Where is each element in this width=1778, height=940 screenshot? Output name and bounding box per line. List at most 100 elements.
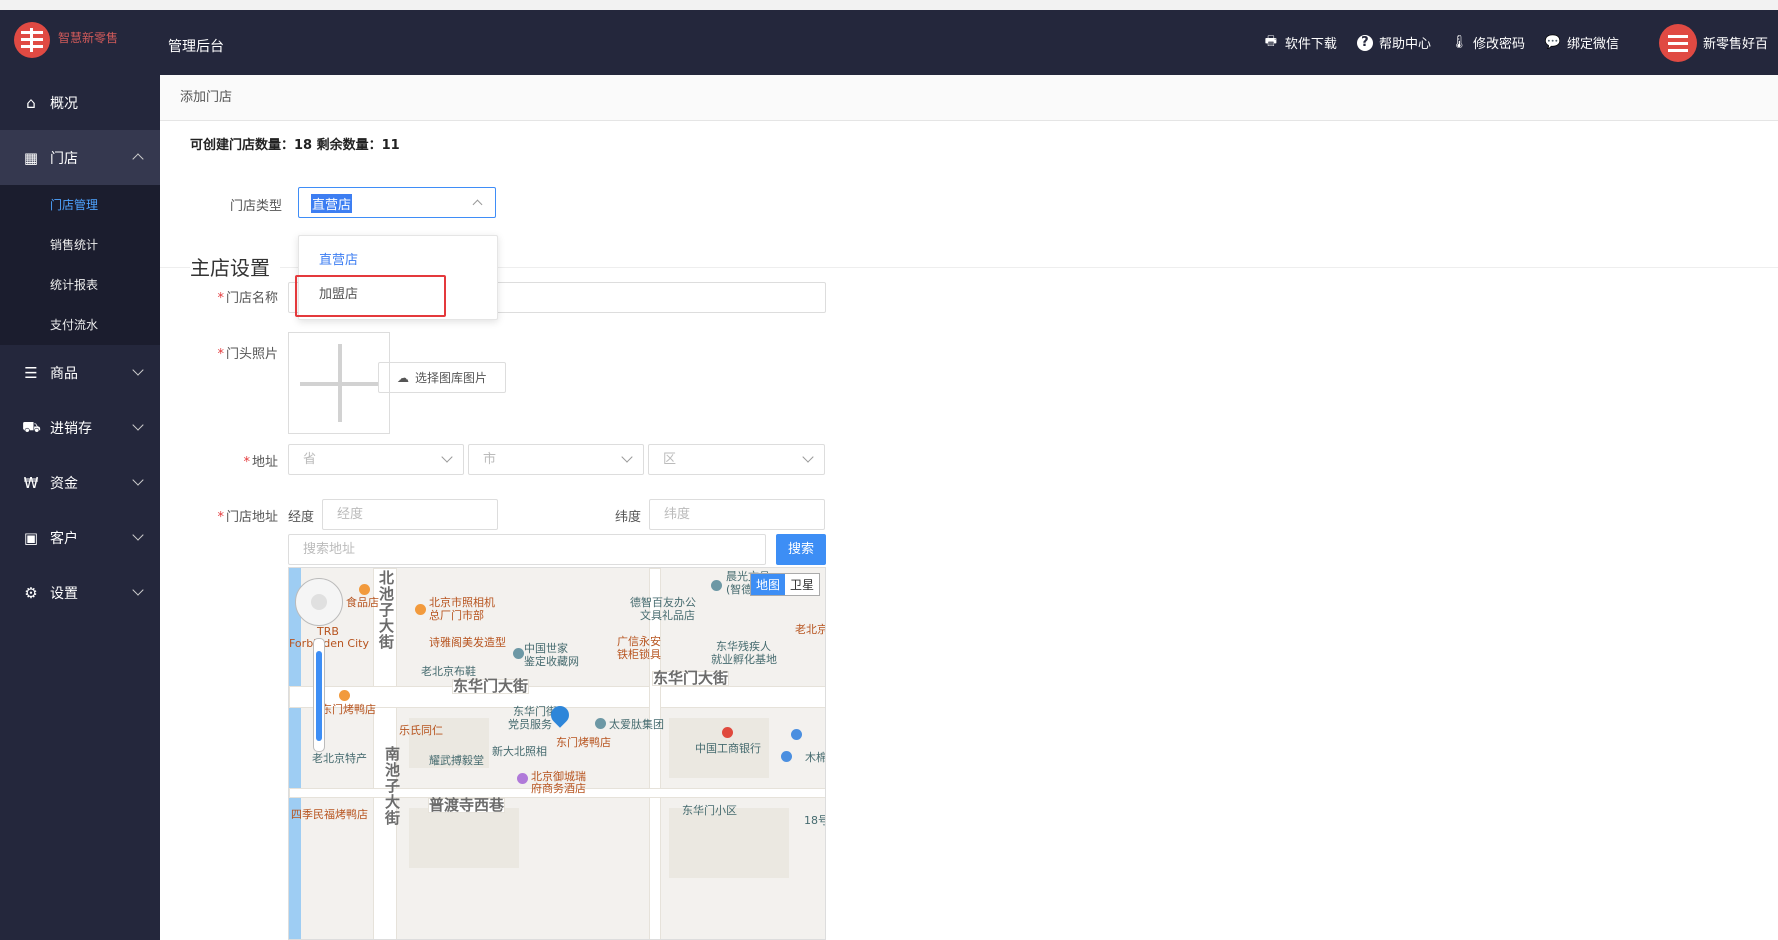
bind-wechat-link[interactable]: 💬 绑定微信 — [1545, 33, 1619, 52]
quota-text: 可创建门店数量：18 剩余数量：11 — [190, 138, 400, 153]
user-menu[interactable]: 新零售好百 — [1639, 23, 1768, 62]
map-poi-marker — [339, 690, 350, 701]
option-direct-store[interactable]: 直营店 — [299, 244, 497, 278]
map-label: 老北京特产 — [312, 752, 367, 765]
chevron-up-icon — [132, 153, 144, 165]
submenu-store-management[interactable]: 门店管理 — [0, 185, 160, 225]
map-road — [649, 568, 661, 939]
top-header: 智慧新零售 管理后台 🖶 软件下载 ? 帮助中心 🌡 修改密码 💬 绑定微信 新… — [0, 10, 1778, 75]
sidebar-item-products[interactable]: ☰ 商品 — [0, 345, 160, 400]
map-label: 木棉 — [805, 751, 826, 764]
map-label: 东华门大街 — [452, 677, 530, 695]
submenu-sales-stats[interactable]: 销售统计 — [0, 225, 160, 265]
map-poi-marker — [722, 727, 733, 738]
city-select[interactable]: 市 — [468, 444, 644, 475]
map-type-satellite[interactable]: 卫星 — [785, 574, 819, 595]
map-label: 东门烤鸭店 — [321, 703, 376, 716]
map-poi-marker — [711, 580, 722, 591]
map-label: 普渡寺西巷 — [428, 796, 506, 814]
map-zoom-slider[interactable] — [313, 638, 325, 752]
sidebar-item-inventory[interactable]: ⛟ 进销存 — [0, 400, 160, 455]
longitude-label: 经度 — [288, 510, 315, 525]
sidebar-item-label: 概况 — [50, 95, 78, 112]
gear-icon: ⚙ — [24, 583, 38, 602]
hotel-icon — [517, 773, 528, 784]
truck-icon: ⛟ — [22, 417, 41, 436]
sidebar-item-customers[interactable]: ▣ 客户 — [0, 510, 160, 565]
map-label: 食品店 — [346, 596, 379, 609]
map-label: 老北京布鞋 — [421, 665, 476, 678]
address-search-input[interactable]: 搜索地址 — [288, 534, 766, 565]
sidebar-item-label: 设置 — [50, 585, 78, 602]
sidebar: ⌂ 概况 ▦ 门店 门店管理 销售统计 统计报表 支付流水 ☰ 商品 ⛟ 进销存… — [0, 75, 160, 940]
building-icon: ▦ — [23, 148, 39, 167]
sidebar-item-funds[interactable]: ₩ 资金 — [0, 455, 160, 510]
main-content: 添加门店 可创建门店数量：18 剩余数量：11 门店类型 直营店 主店设置 直营… — [160, 75, 1778, 940]
sidebar-item-store[interactable]: ▦ 门店 — [0, 130, 160, 185]
submenu-payment-flow[interactable]: 支付流水 — [0, 305, 160, 345]
map-label: 南池子大街 — [385, 745, 401, 827]
map-label: 府商务酒店 — [531, 782, 586, 795]
won-icon: ₩ — [23, 473, 39, 492]
longitude-input[interactable]: 经度 — [322, 499, 498, 530]
store-type-label: 门店类型 — [229, 199, 282, 214]
list-icon: ☰ — [24, 363, 38, 382]
chevron-down-icon — [802, 451, 814, 463]
map-label: (智德 — [726, 583, 753, 596]
map-label: 乐氏同仁 — [399, 724, 443, 737]
chevron-down-icon — [441, 451, 453, 463]
help-link[interactable]: ? 帮助中心 — [1356, 33, 1431, 52]
map-block — [409, 808, 519, 868]
photo-upload-box[interactable] — [288, 332, 390, 434]
map-label: 德智百友办公 — [630, 596, 696, 609]
map-label: 北京市照相机 — [429, 596, 495, 609]
logo-text: 智慧新零售 — [58, 31, 119, 45]
map-label: 耀武搏毅堂 — [429, 754, 484, 767]
breadcrumb: 添加门店 — [160, 75, 1778, 121]
chevron-down-icon — [621, 451, 633, 463]
section-title: 主店设置 — [190, 252, 280, 281]
map-label: 诗雅阁美发造型 — [429, 636, 506, 649]
change-password-label: 修改密码 — [1472, 37, 1525, 52]
map-label: 太爱肽集团 — [609, 718, 664, 731]
map-label: 党员服务 — [508, 718, 552, 731]
sidebar-item-label: 进销存 — [50, 420, 92, 437]
latitude-label: 纬度 — [615, 510, 642, 525]
id-card-icon: ▣ — [23, 528, 39, 547]
sidebar-item-label: 客户 — [50, 530, 78, 547]
district-select[interactable]: 区 — [648, 444, 825, 475]
latitude-input[interactable]: 纬度 — [649, 499, 825, 530]
map-label: 东华门小区 — [682, 804, 737, 817]
store-type-select[interactable]: 直营店 — [298, 187, 496, 218]
district-placeholder: 区 — [663, 452, 677, 467]
map-label: 鉴定收藏网 — [524, 655, 579, 668]
map-view[interactable]: 北池子大街 南池子大街 东华门大街 东华门大街 普渡寺西巷 食品店 TRB Fo… — [288, 567, 826, 940]
map-type-map[interactable]: 地图 — [750, 574, 785, 595]
sidebar-item-label: 商品 — [50, 365, 78, 382]
sidebar-item-settings[interactable]: ⚙ 设置 — [0, 565, 160, 620]
search-button[interactable]: 搜索 — [776, 534, 826, 565]
map-label: 四季民福烤鸭店 — [291, 808, 368, 821]
choose-image-label: 选择图库图片 — [414, 371, 487, 385]
choose-image-button[interactable]: ☁ 选择图库图片 — [378, 362, 506, 393]
map-label: 铁柜锁具 — [617, 648, 661, 661]
download-link[interactable]: 🖶 软件下载 — [1263, 33, 1337, 53]
change-password-link[interactable]: 🌡 修改密码 — [1451, 33, 1525, 52]
upload-cloud-icon: ☁ — [396, 370, 409, 385]
map-poi-marker — [513, 648, 524, 659]
chevron-down-icon — [132, 419, 144, 431]
map-label: 文具礼品店 — [640, 609, 695, 622]
highlight-box — [295, 275, 446, 317]
sidebar-item-overview[interactable]: ⌂ 概况 — [0, 75, 160, 130]
map-pan-control[interactable] — [295, 578, 343, 626]
submenu-reports[interactable]: 统计报表 — [0, 265, 160, 305]
sidebar-item-label: 门店 — [50, 150, 78, 167]
province-select[interactable]: 省 — [288, 444, 464, 475]
header-links: 🖶 软件下载 ? 帮助中心 🌡 修改密码 💬 绑定微信 新零售好百 — [1263, 10, 1778, 75]
thermometer-icon: 🌡 — [1450, 35, 1468, 50]
chevron-down-icon — [132, 584, 144, 596]
parking-icon — [781, 751, 792, 762]
map-label: 中国世家 — [524, 642, 568, 655]
logo-icon — [14, 22, 50, 58]
store-submenu: 门店管理 销售统计 统计报表 支付流水 — [0, 185, 160, 345]
